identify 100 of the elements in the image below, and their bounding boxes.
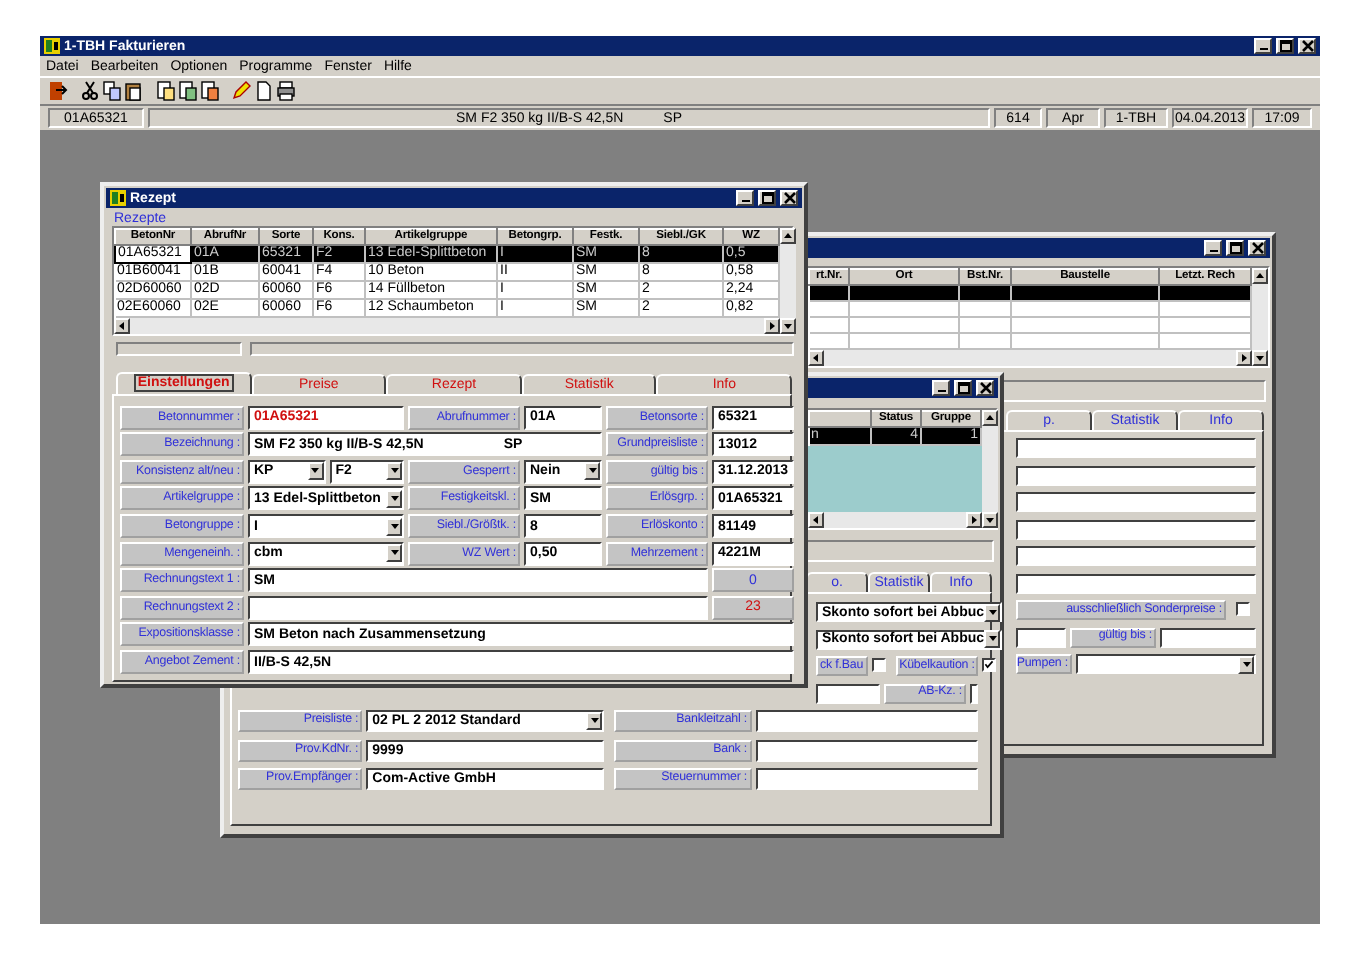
toolbar-button[interactable] [178, 80, 198, 102]
dropdown-button[interactable] [386, 517, 402, 536]
pencil-icon [232, 80, 252, 102]
maximize-icon [761, 192, 773, 204]
vertical-scrollbar[interactable] [780, 228, 796, 334]
checkbox[interactable] [871, 658, 886, 672]
minimize-button[interactable] [1204, 240, 1222, 256]
minimize-button[interactable] [1254, 38, 1272, 54]
input-field[interactable] [1016, 438, 1256, 458]
dropdown-button[interactable] [386, 462, 402, 481]
arrow-left-icon [810, 514, 822, 526]
scissors-icon [80, 80, 100, 102]
table-row[interactable] [809, 285, 1251, 301]
scroll-right-button[interactable] [764, 318, 780, 334]
input-field[interactable] [1016, 573, 1256, 593]
close-icon [783, 192, 795, 204]
caret-icon [310, 466, 321, 477]
close-button[interactable] [976, 380, 994, 396]
input-field[interactable] [816, 683, 880, 703]
dropdown-button[interactable] [1238, 655, 1254, 673]
caret-icon [987, 607, 998, 617]
arrow-up-icon [984, 412, 996, 424]
arrow-left-icon [810, 352, 822, 364]
toolbar-button[interactable] [102, 80, 122, 102]
dropdown-button[interactable] [386, 544, 402, 563]
dropdown-button[interactable] [386, 489, 402, 508]
input-field[interactable] [1016, 492, 1256, 512]
arrow-up-icon [782, 230, 794, 242]
dropdown-button[interactable] [984, 603, 1001, 621]
door-icon [48, 80, 68, 102]
dropdown-button[interactable] [307, 462, 324, 481]
horizontal-scrollbar[interactable] [808, 512, 982, 528]
toolbar-button[interactable] [254, 80, 274, 102]
ab-kz-field[interactable] [970, 683, 978, 703]
arrow-up-icon [1254, 270, 1266, 282]
scroll-left-button[interactable] [114, 318, 130, 334]
dropdown-button[interactable] [984, 630, 1001, 648]
input-field[interactable] [1016, 465, 1256, 485]
toolbar-button[interactable] [156, 80, 176, 102]
toolbar-button[interactable] [124, 80, 144, 102]
checkbox[interactable] [1236, 602, 1250, 616]
input-field[interactable] [1016, 627, 1066, 647]
toolbar-button[interactable] [200, 80, 220, 102]
close-button[interactable] [1248, 240, 1266, 256]
scroll-down-button[interactable] [982, 512, 998, 528]
caret-icon [987, 634, 998, 644]
scroll-up-button[interactable] [780, 228, 796, 244]
close-button[interactable] [780, 190, 798, 206]
scroll-down-button[interactable] [780, 318, 796, 334]
caret-icon [589, 716, 600, 726]
close-icon [1301, 40, 1313, 52]
horizontal-scrollbar[interactable] [114, 318, 780, 334]
horizontal-scrollbar[interactable] [808, 350, 1252, 366]
vertical-scrollbar[interactable] [1252, 268, 1268, 366]
toolbar-button[interactable] [276, 80, 296, 102]
info-box [116, 342, 242, 356]
input-field[interactable] [248, 595, 708, 620]
arrow-down-icon [782, 320, 794, 332]
app-icon [44, 38, 60, 54]
input-field[interactable] [755, 768, 978, 790]
close-icon [1251, 242, 1263, 254]
checkbox[interactable] [982, 658, 997, 672]
close-button[interactable] [1298, 38, 1316, 54]
scroll-down-button[interactable] [1252, 350, 1268, 366]
arrow-down-icon [984, 514, 996, 526]
minimize-button[interactable] [736, 190, 754, 206]
scroll-up-button[interactable] [982, 410, 998, 426]
maximize-button[interactable] [758, 190, 776, 206]
caret-icon [1241, 659, 1251, 669]
app-icon [110, 190, 126, 206]
arrow-right-icon [968, 514, 980, 526]
arrow-left-icon [116, 320, 128, 332]
pumps-dropdown[interactable] [1076, 654, 1256, 674]
arrow-right-icon [766, 320, 778, 332]
scroll-up-button[interactable] [1252, 268, 1268, 284]
minimize-button[interactable] [932, 380, 950, 396]
input-field[interactable] [755, 710, 978, 732]
dropdown-button[interactable] [584, 462, 600, 481]
vertical-scrollbar[interactable] [982, 410, 998, 528]
close-icon [979, 382, 991, 394]
maximize-icon [1229, 242, 1241, 254]
scroll-right-button[interactable] [1236, 350, 1252, 366]
date-field[interactable] [1160, 627, 1256, 647]
scroll-left-button[interactable] [808, 512, 824, 528]
input-field[interactable] [1016, 519, 1256, 539]
checkmark-icon [984, 658, 995, 672]
toolbar-button[interactable] [80, 80, 100, 102]
arrow-right-icon [1238, 352, 1250, 364]
caret-icon [587, 466, 597, 477]
scroll-right-button[interactable] [966, 512, 982, 528]
maximize-button[interactable] [954, 380, 972, 396]
input-field[interactable] [755, 739, 978, 761]
maximize-button[interactable] [1226, 240, 1244, 256]
maximize-icon [957, 382, 969, 394]
arrow-down-icon [1254, 352, 1266, 364]
maximize-button[interactable] [1276, 38, 1294, 54]
input-field[interactable] [1016, 546, 1256, 566]
scroll-left-button[interactable] [808, 350, 824, 366]
dropdown-button[interactable] [586, 712, 603, 730]
toolbar-button[interactable] [48, 80, 68, 102]
